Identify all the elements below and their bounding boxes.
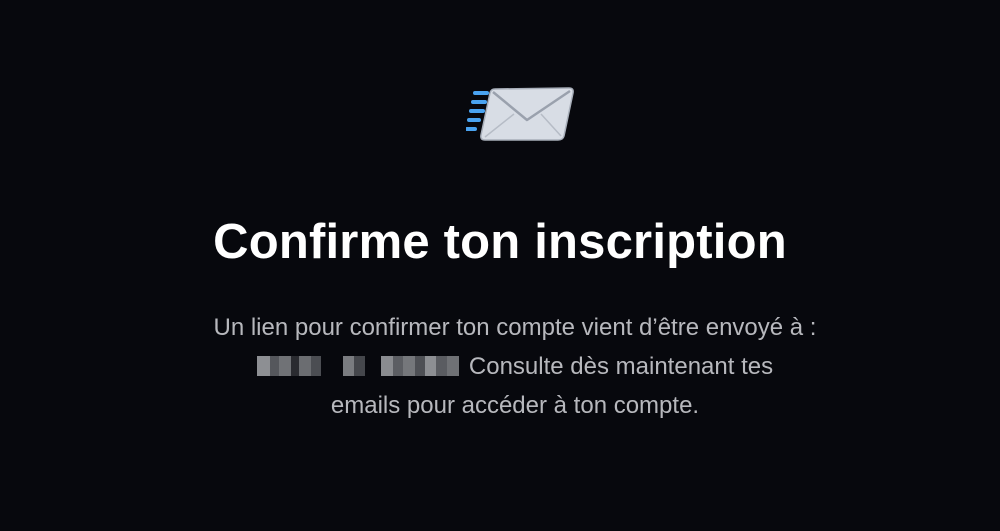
message-line-2: Consulte dès maintenant tes xyxy=(150,347,880,386)
confirmation-message: Un lien pour confirmer ton compte vient … xyxy=(150,308,880,425)
message-line-2-text: Consulte dès maintenant tes xyxy=(468,353,774,380)
confirm-signup-screen: Confirme ton inscription Un lien pour co… xyxy=(0,0,1000,531)
redacted-email xyxy=(256,355,459,376)
envelope-icon xyxy=(465,84,576,146)
page-title: Confirme ton inscription xyxy=(213,215,787,269)
message-line-3: emails pour accéder à ton compte. xyxy=(330,392,700,419)
message-line-1: Un lien pour confirmer ton compte vient … xyxy=(213,314,817,341)
